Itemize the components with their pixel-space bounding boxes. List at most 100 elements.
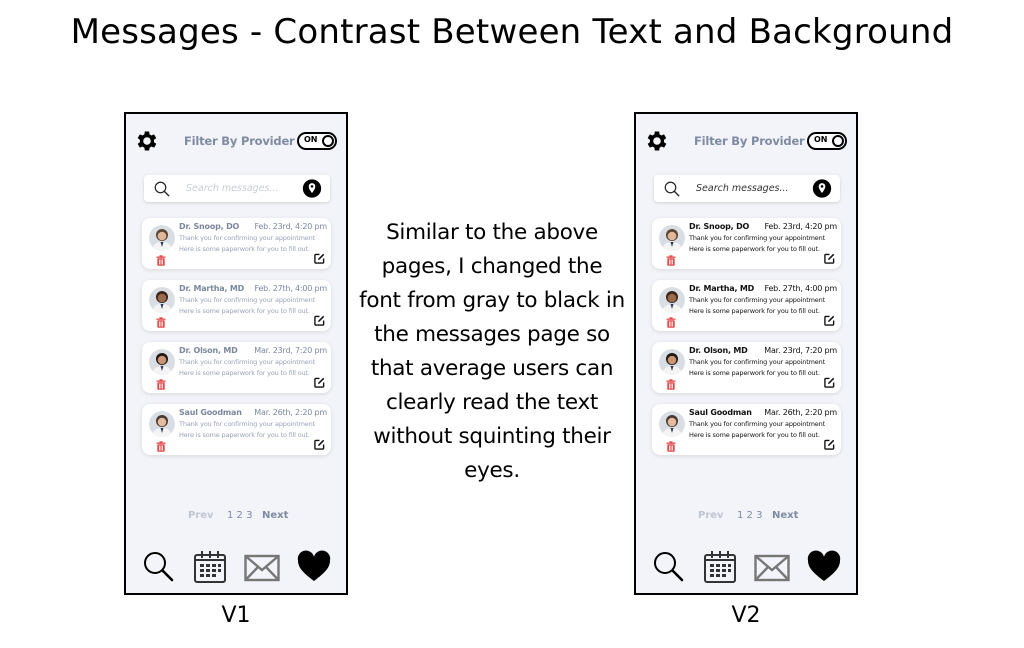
phone-screen-v2: Filter By Provider ON Search messages...… [634,112,858,595]
message-list: Dr. Snoop, DO Feb. 23rd, 4:20 pm Thank y… [142,218,331,466]
slide-title: Messages - Contrast Between Text and Bac… [70,12,954,52]
message-sender: Dr. Olson, MD [179,346,238,355]
message-date: Feb. 23rd, 4:20 pm [764,222,837,231]
message-sender: Saul Goodman [689,408,752,417]
provider-avatar [659,225,685,251]
trash-icon[interactable] [156,255,166,266]
filter-toggle[interactable]: ON [807,132,847,150]
search-icon [664,181,680,197]
pagination-next[interactable]: Next [772,510,798,521]
message-card[interactable]: Dr. Martha, MD Feb. 27th, 4:00 pm Thank … [142,280,331,331]
edit-icon[interactable] [824,315,835,326]
gear-icon[interactable] [134,128,160,154]
message-card[interactable]: Saul Goodman Mar. 26th, 2:20 pm Thank yo… [652,404,841,455]
edit-icon[interactable] [824,377,835,388]
trash-icon[interactable] [156,379,166,390]
pagination: Prev 1 2 3 Next [636,510,856,526]
message-card[interactable]: Dr. Snoop, DO Feb. 23rd, 4:20 pm Thank y… [652,218,841,269]
message-preview-line-1: Thank you for confirming your appointmen… [689,296,826,304]
provider-avatar [659,411,685,437]
message-card[interactable]: Saul Goodman Mar. 26th, 2:20 pm Thank yo… [142,404,331,455]
pagination-prev[interactable]: Prev [188,510,214,521]
nav-mail-icon[interactable] [754,549,790,585]
toggle-knob [832,135,844,147]
message-list: Dr. Snoop, DO Feb. 23rd, 4:20 pm Thank y… [652,218,841,466]
filter-toggle[interactable]: ON [297,132,337,150]
toggle-state-label: ON [814,135,828,144]
pagination-prev[interactable]: Prev [698,510,724,521]
provider-avatar [659,287,685,313]
nav-heart-icon[interactable] [296,549,332,585]
nav-search-icon[interactable] [651,549,687,585]
provider-avatar [149,287,175,313]
message-preview-line-1: Thank you for confirming your appointmen… [689,234,826,242]
message-preview-line-2: Here is some paperwork for you to fill o… [179,369,310,377]
toggle-state-label: ON [304,135,318,144]
location-pin-icon[interactable] [302,178,322,199]
message-preview-line-1: Thank you for confirming your appointmen… [179,234,316,242]
pagination-pages[interactable]: 1 2 3 [227,510,252,521]
message-sender: Saul Goodman [179,408,242,417]
search-icon [154,181,170,197]
message-preview-line-2: Here is some paperwork for you to fill o… [689,307,820,315]
nav-calendar-icon[interactable] [192,549,228,585]
pagination-pages[interactable]: 1 2 3 [737,510,762,521]
pagination: Prev 1 2 3 Next [126,510,346,526]
version-label-v2: V2 [731,603,761,628]
message-card[interactable]: Dr. Martha, MD Feb. 27th, 4:00 pm Thank … [652,280,841,331]
trash-icon[interactable] [156,317,166,328]
trash-icon[interactable] [666,255,676,266]
trash-icon[interactable] [666,441,676,452]
message-sender: Dr. Snoop, DO [689,222,750,231]
edit-icon[interactable] [314,377,325,388]
location-pin-icon[interactable] [812,178,832,199]
edit-icon[interactable] [314,439,325,450]
message-date: Mar. 26th, 2:20 pm [254,408,327,417]
nav-search-icon[interactable] [141,549,177,585]
version-label-v1: V1 [221,603,251,628]
message-sender: Dr. Olson, MD [689,346,748,355]
edit-icon[interactable] [824,253,835,264]
provider-avatar [149,349,175,375]
trash-icon[interactable] [666,379,676,390]
message-date: Feb. 27th, 4:00 pm [764,284,837,293]
message-preview-line-2: Here is some paperwork for you to fill o… [689,369,820,377]
bottom-nav [126,549,346,589]
bottom-nav [636,549,856,589]
message-preview-line-1: Thank you for confirming your appointmen… [179,420,316,428]
nav-calendar-icon[interactable] [702,549,738,585]
gear-icon[interactable] [644,128,670,154]
message-preview-line-1: Thank you for confirming your appointmen… [179,296,316,304]
provider-avatar [659,349,685,375]
message-card[interactable]: Dr. Olson, MD Mar. 23rd, 7:20 pm Thank y… [652,342,841,393]
trash-icon[interactable] [156,441,166,452]
provider-avatar [149,225,175,251]
message-card[interactable]: Dr. Snoop, DO Feb. 23rd, 4:20 pm Thank y… [142,218,331,269]
message-date: Feb. 27th, 4:00 pm [254,284,327,293]
search-input[interactable] [186,179,296,198]
message-date: Mar. 26th, 2:20 pm [764,408,837,417]
edit-icon[interactable] [314,315,325,326]
message-preview-line-2: Here is some paperwork for you to fill o… [179,431,310,439]
message-sender: Dr. Martha, MD [689,284,755,293]
search-bar [144,175,330,202]
filter-by-provider-label: Filter By Provider [694,134,805,148]
phone-screen-v1: Filter By Provider ON Search messages...… [124,112,348,595]
message-preview-line-2: Here is some paperwork for you to fill o… [689,245,820,253]
message-card[interactable]: Dr. Olson, MD Mar. 23rd, 7:20 pm Thank y… [142,342,331,393]
nav-heart-icon[interactable] [806,549,842,585]
message-preview-line-2: Here is some paperwork for you to fill o… [689,431,820,439]
search-bar [654,175,840,202]
search-input[interactable] [696,179,806,198]
pagination-next[interactable]: Next [262,510,288,521]
trash-icon[interactable] [666,317,676,328]
message-preview-line-1: Thank you for confirming your appointmen… [179,358,316,366]
message-preview-line-2: Here is some paperwork for you to fill o… [179,245,310,253]
design-note: Similar to the above pages, I changed th… [359,220,625,483]
nav-mail-icon[interactable] [244,549,280,585]
edit-icon[interactable] [824,439,835,450]
toggle-knob [322,135,334,147]
message-sender: Dr. Snoop, DO [179,222,240,231]
message-preview-line-1: Thank you for confirming your appointmen… [689,420,826,428]
edit-icon[interactable] [314,253,325,264]
